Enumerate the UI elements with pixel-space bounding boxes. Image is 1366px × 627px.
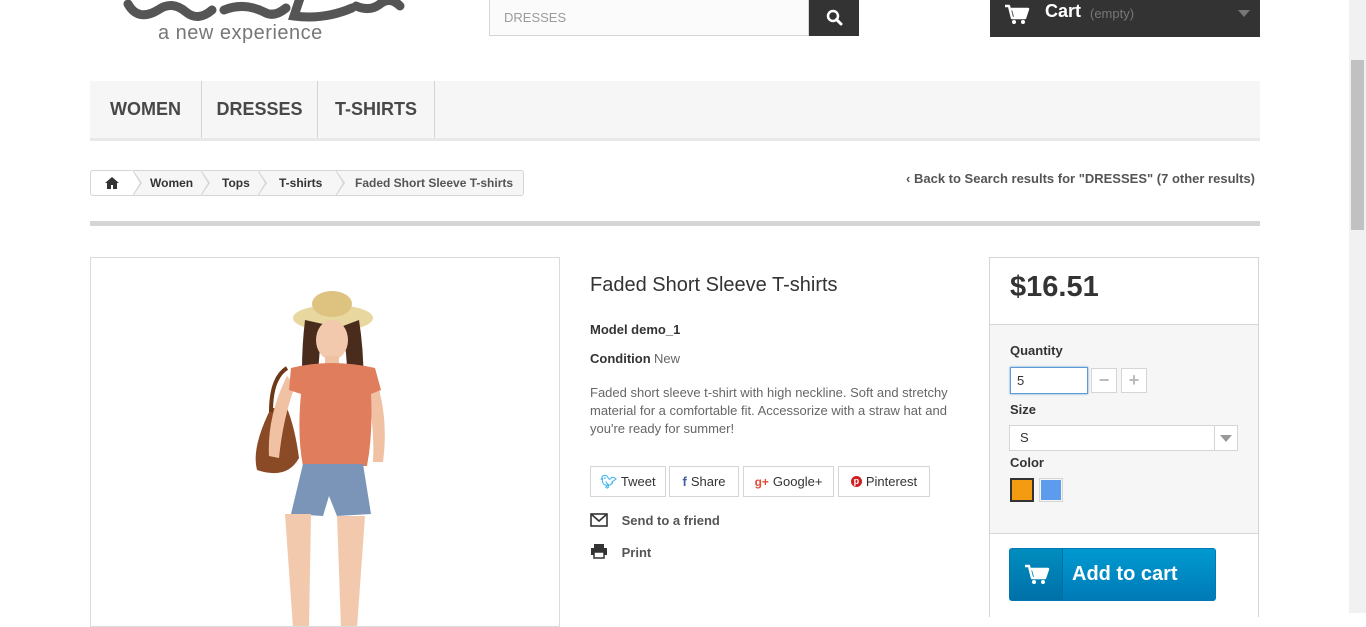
product-description: Faded short sleeve t-shirt with high nec… bbox=[590, 385, 948, 436]
add-to-cart-icon-area bbox=[1010, 549, 1063, 600]
product-price: $16.51 bbox=[1010, 271, 1099, 303]
breadcrumb-tshirts[interactable]: T-shirts bbox=[279, 176, 322, 190]
breadcrumb-separator-inner bbox=[257, 170, 265, 196]
share-button[interactable]: f Share bbox=[669, 466, 739, 497]
breadcrumb-tops[interactable]: Tops bbox=[222, 176, 250, 190]
chevron-down-icon bbox=[1220, 435, 1232, 442]
color-label: Color bbox=[1010, 455, 1044, 470]
search-icon bbox=[826, 9, 842, 25]
quantity-input[interactable] bbox=[1010, 367, 1088, 394]
main-menu: WOMEN DRESSES T-SHIRTS bbox=[90, 81, 1260, 141]
twitter-icon: 🐦︎ bbox=[600, 473, 617, 489]
breadcrumb-separator-inner bbox=[200, 170, 208, 196]
plus-icon: + bbox=[1128, 370, 1140, 390]
condition-label: Condition bbox=[590, 351, 651, 366]
shopping-cart-icon bbox=[1025, 564, 1050, 584]
scrollbar-thumb[interactable] bbox=[1351, 60, 1364, 230]
back-to-search-link[interactable]: ‹ Back to Search results for "DRESSES" (… bbox=[906, 171, 1255, 186]
product-model: Model demo_1 bbox=[590, 322, 681, 337]
price-area: $16.51 bbox=[990, 258, 1258, 325]
section-divider bbox=[90, 221, 1260, 226]
buy-box: $16.51 Quantity − + Size S Color Add to … bbox=[989, 257, 1259, 618]
breadcrumb: Women Tops T-shirts Faded Short Sleeve T… bbox=[90, 170, 524, 196]
menu-item-tshirts[interactable]: T-SHIRTS bbox=[318, 81, 435, 138]
shopping-cart-icon bbox=[1005, 4, 1030, 24]
quantity-label: Quantity bbox=[1010, 343, 1063, 358]
size-select[interactable]: S bbox=[1009, 425, 1238, 451]
condition-value: New bbox=[654, 351, 681, 366]
facebook-icon: f bbox=[682, 474, 687, 489]
tweet-label: Tweet bbox=[620, 474, 656, 489]
product-photo bbox=[255, 291, 385, 626]
size-value: S bbox=[1020, 430, 1029, 445]
search-button[interactable] bbox=[809, 0, 859, 36]
google-plus-button[interactable]: g+ Google+ bbox=[743, 466, 834, 497]
color-swatch-blue[interactable] bbox=[1039, 478, 1063, 502]
print-link[interactable]: Print bbox=[590, 543, 651, 560]
menu-item-women[interactable]: WOMEN bbox=[90, 81, 202, 138]
pinterest-icon: p bbox=[850, 476, 862, 487]
quantity-increase-button[interactable]: + bbox=[1121, 368, 1147, 393]
add-to-cart-label: Add to cart bbox=[1072, 563, 1178, 585]
breadcrumb-home[interactable] bbox=[91, 171, 133, 195]
breadcrumb-women[interactable]: Women bbox=[150, 176, 193, 190]
print-label: Print bbox=[621, 545, 652, 560]
cart-button[interactable]: Cart (empty) bbox=[990, 0, 1260, 37]
logo-tagline: a new experience bbox=[158, 22, 323, 44]
search-input[interactable] bbox=[489, 0, 809, 36]
quantity-decrease-button[interactable]: − bbox=[1091, 368, 1117, 393]
breadcrumb-separator-inner bbox=[335, 170, 343, 196]
color-swatch-fill bbox=[1012, 480, 1032, 500]
print-icon bbox=[591, 544, 607, 559]
breadcrumb-separator-inner bbox=[132, 170, 140, 196]
pinterest-label: Pinterest bbox=[865, 474, 918, 489]
cart-status: (empty) bbox=[1090, 6, 1135, 21]
google-plus-label: Google+ bbox=[772, 474, 823, 489]
chevron-left-icon: ‹ bbox=[906, 171, 911, 186]
tweet-button[interactable]: 🐦︎ Tweet bbox=[590, 466, 666, 497]
send-to-friend-link[interactable]: Send to a friend bbox=[590, 513, 720, 528]
home-icon bbox=[105, 177, 119, 189]
menu-item-dresses[interactable]: DRESSES bbox=[202, 81, 318, 138]
color-swatch-fill bbox=[1041, 480, 1061, 500]
chevron-down-icon bbox=[1238, 10, 1250, 17]
size-label: Size bbox=[1010, 402, 1037, 417]
pinterest-button[interactable]: p Pinterest bbox=[838, 466, 930, 497]
share-label: Share bbox=[690, 474, 726, 489]
product-title: Faded Short Sleeve T-shirts bbox=[590, 274, 838, 296]
size-dropdown-toggle[interactable] bbox=[1214, 426, 1237, 450]
breadcrumb-current: Faded Short Sleeve T-shirts bbox=[355, 176, 514, 190]
send-to-friend-label: Send to a friend bbox=[621, 513, 720, 528]
add-to-cart-button[interactable]: Add to cart bbox=[1009, 548, 1216, 601]
product-image[interactable] bbox=[90, 257, 560, 627]
cart-label: Cart bbox=[1045, 1, 1082, 21]
minus-icon: − bbox=[1098, 370, 1110, 390]
google-plus-icon: g+ bbox=[754, 474, 769, 489]
color-swatch-orange[interactable] bbox=[1010, 478, 1034, 502]
back-link-text: Back to Search results for "DRESSES" (7 … bbox=[913, 171, 1256, 186]
envelope-icon bbox=[590, 513, 608, 527]
